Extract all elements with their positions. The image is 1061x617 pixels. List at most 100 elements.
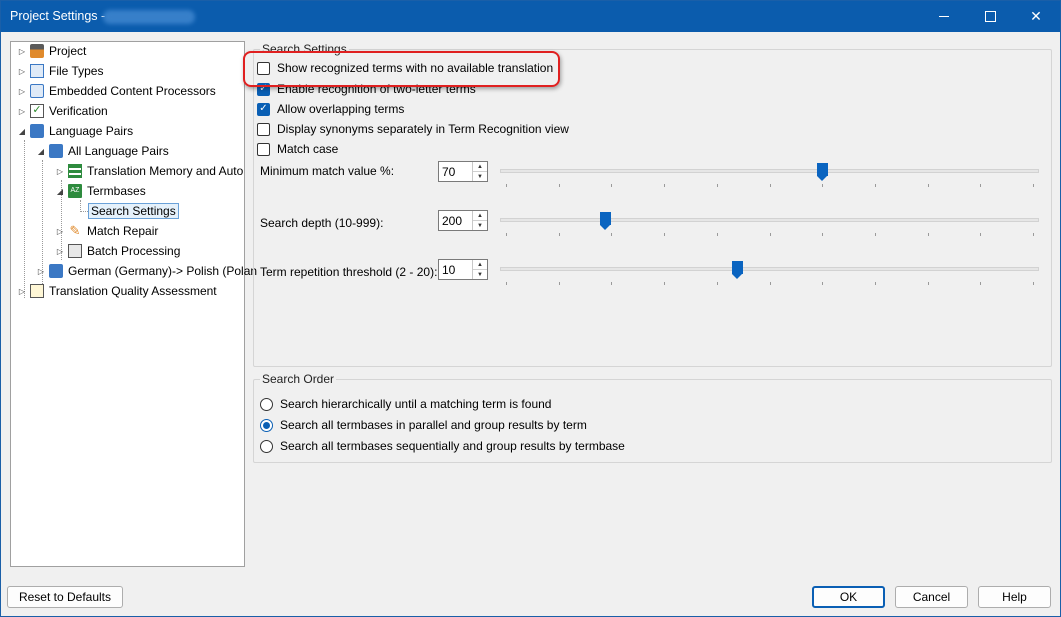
search-parallel-radio[interactable]: Search all termbases in parallel and gro… xyxy=(260,418,587,432)
expand-icon[interactable]: ▷ xyxy=(17,287,27,296)
cancel-button[interactable]: Cancel xyxy=(895,586,968,608)
tree-item-label: File Types xyxy=(49,64,104,78)
expand-icon[interactable]: ▷ xyxy=(17,107,27,116)
search-depth-slider[interactable] xyxy=(500,212,1039,242)
slider-tick xyxy=(770,282,771,285)
checkbox-label: Match case xyxy=(277,142,339,156)
checkbox-box[interactable] xyxy=(257,61,270,75)
allow-overlapping-checkbox[interactable]: ✓ Allow overlapping terms xyxy=(257,102,404,116)
tree-item-german-polish[interactable]: ▷ German (Germany)-> Polish (Polan xyxy=(36,262,257,280)
collapse-icon[interactable]: ◢ xyxy=(55,187,65,196)
min-match-slider[interactable] xyxy=(500,163,1039,193)
title-bar: Project Settings - ✕ xyxy=(1,1,1060,32)
slider-tick xyxy=(770,184,771,187)
term-repetition-value: 10 xyxy=(442,263,456,277)
radio-label: Search all termbases in parallel and gro… xyxy=(280,418,587,432)
tree-item-match-repair[interactable]: ▷ ✎ Match Repair xyxy=(55,222,158,240)
expand-icon[interactable]: ▷ xyxy=(55,167,65,176)
slider-tick xyxy=(717,282,718,285)
checkbox-box[interactable] xyxy=(257,122,270,136)
spin-down-icon[interactable]: ▼ xyxy=(473,172,487,181)
two-letter-terms-checkbox[interactable]: ✓ Enable recognition of two-letter terms xyxy=(257,82,476,96)
checkbox-box[interactable]: ✓ xyxy=(257,102,270,116)
radio-circle[interactable] xyxy=(260,397,273,411)
search-hierarchically-radio[interactable]: Search hierarchically until a matching t… xyxy=(260,397,551,411)
slider-thumb[interactable] xyxy=(600,212,611,230)
reset-to-defaults-button[interactable]: Reset to Defaults xyxy=(7,586,123,608)
slider-track[interactable] xyxy=(500,218,1039,222)
spin-buttons: ▲ ▼ xyxy=(472,211,487,230)
slider-tick xyxy=(559,233,560,236)
slider-tick xyxy=(928,184,929,187)
close-icon: ✕ xyxy=(1030,8,1042,24)
tree-item-label: Termbases xyxy=(87,184,146,198)
slider-thumb[interactable] xyxy=(732,261,743,279)
slider-tick xyxy=(559,282,560,285)
expand-icon[interactable]: ▷ xyxy=(36,267,46,276)
checkbox-box[interactable] xyxy=(257,142,270,156)
slider-tick xyxy=(980,233,981,236)
slider-tick xyxy=(559,184,560,187)
ok-button[interactable]: OK xyxy=(812,586,885,608)
spin-buttons: ▲ ▼ xyxy=(472,162,487,181)
radio-circle[interactable] xyxy=(260,418,273,432)
collapse-icon[interactable]: ◢ xyxy=(36,147,46,156)
tree-item-label: Translation Memory and Auto xyxy=(87,164,244,178)
tree-item-verification[interactable]: ▷ ✓ Verification xyxy=(17,102,108,120)
tree-item-label: Batch Processing xyxy=(87,244,181,258)
spin-up-icon[interactable]: ▲ xyxy=(473,162,487,172)
radio-circle[interactable] xyxy=(260,439,273,453)
minimize-button[interactable] xyxy=(921,1,967,32)
language-pairs-icon xyxy=(49,144,63,158)
collapse-icon[interactable]: ◢ xyxy=(17,127,27,136)
settings-tree[interactable]: ▷ Project ▷ File Types ▷ Embedded Conten… xyxy=(10,41,257,567)
expand-icon[interactable]: ▷ xyxy=(17,87,27,96)
slider-tick xyxy=(611,233,612,236)
minimize-icon xyxy=(939,16,949,17)
expand-icon[interactable]: ▷ xyxy=(17,67,27,76)
checkbox-box[interactable]: ✓ xyxy=(257,82,270,96)
min-match-stepper[interactable]: 70 ▲ ▼ xyxy=(438,161,488,182)
tree-item-label: Embedded Content Processors xyxy=(49,84,216,98)
expand-icon[interactable]: ▷ xyxy=(17,47,27,56)
tree-item-batch-processing[interactable]: ▷ Batch Processing xyxy=(55,242,180,260)
slider-tick xyxy=(1033,282,1034,285)
spin-up-icon[interactable]: ▲ xyxy=(473,260,487,270)
radio-selected-icon xyxy=(263,421,270,429)
spin-up-icon[interactable]: ▲ xyxy=(473,211,487,221)
min-match-label: Minimum match value %: xyxy=(260,164,395,178)
translation-memory-icon xyxy=(68,164,82,178)
help-button[interactable]: Help xyxy=(978,586,1051,608)
tree-item-translation-quality-assessment[interactable]: ▷ Translation Quality Assessment xyxy=(17,282,217,300)
tree-item-termbases[interactable]: ◢ AZ Termbases xyxy=(55,182,146,200)
slider-tick xyxy=(875,184,876,187)
display-synonyms-checkbox[interactable]: Display synonyms separately in Term Reco… xyxy=(257,122,569,136)
tree-item-embedded-content-processors[interactable]: ▷ Embedded Content Processors xyxy=(17,82,216,100)
expand-icon[interactable]: ▷ xyxy=(55,227,65,236)
term-repetition-slider[interactable] xyxy=(500,261,1039,291)
slider-tick xyxy=(928,233,929,236)
search-sequentially-radio[interactable]: Search all termbases sequentially and gr… xyxy=(260,439,625,453)
tree-item-project[interactable]: ▷ Project xyxy=(17,42,86,60)
tree-item-file-types[interactable]: ▷ File Types xyxy=(17,62,103,80)
slider-track[interactable] xyxy=(500,267,1039,271)
slider-tick xyxy=(822,282,823,285)
tree-item-search-settings[interactable]: Search Settings xyxy=(88,202,179,220)
expand-icon[interactable]: ▷ xyxy=(55,247,65,256)
tree-item-translation-memory[interactable]: ▷ Translation Memory and Auto xyxy=(55,162,243,180)
slider-tick xyxy=(770,233,771,236)
tree-item-label: Project xyxy=(49,44,87,58)
spin-down-icon[interactable]: ▼ xyxy=(473,270,487,279)
tree-item-all-language-pairs[interactable]: ◢ All Language Pairs xyxy=(36,142,169,160)
spin-down-icon[interactable]: ▼ xyxy=(473,221,487,230)
term-repetition-stepper[interactable]: 10 ▲ ▼ xyxy=(438,259,488,280)
redacted-project-name xyxy=(103,10,195,24)
search-depth-stepper[interactable]: 200 ▲ ▼ xyxy=(438,210,488,231)
slider-track[interactable] xyxy=(500,169,1039,173)
maximize-button[interactable] xyxy=(967,1,1013,32)
close-button[interactable]: ✕ xyxy=(1013,1,1059,32)
show-unavailable-translation-checkbox[interactable]: Show recognized terms with no available … xyxy=(257,61,553,75)
slider-thumb[interactable] xyxy=(817,163,828,181)
match-case-checkbox[interactable]: Match case xyxy=(257,142,338,156)
tree-item-language-pairs[interactable]: ◢ Language Pairs xyxy=(17,122,133,140)
